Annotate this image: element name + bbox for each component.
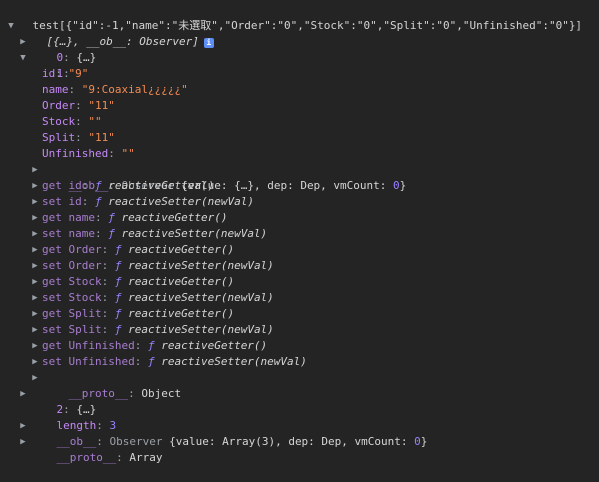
triangle-right-icon[interactable]: ▶ <box>30 274 40 290</box>
object-property-row: Split: "11" <box>42 131 115 144</box>
accessor-function: reactiveGetter() <box>128 307 235 320</box>
accessor-row[interactable]: ▶ set Split: ƒ reactiveSetter(newVal) <box>0 322 599 338</box>
triangle-right-icon[interactable]: ▶ <box>30 290 40 306</box>
array-proto-row[interactable]: ▶ __proto__: Array <box>0 434 599 464</box>
triangle-right-icon[interactable]: ▶ <box>30 370 40 386</box>
accessor-row[interactable]: ▶ set id: ƒ reactiveSetter(newVal) <box>0 194 599 210</box>
triangle-right-icon[interactable]: ▶ <box>30 210 40 226</box>
function-icon: ƒ <box>147 355 155 368</box>
accessor-row[interactable]: ▶ set name: ƒ reactiveSetter(newVal) <box>0 226 599 242</box>
accessor-key: get name <box>42 211 95 224</box>
accessor-function: reactiveGetter() <box>128 275 235 288</box>
accessor-row[interactable]: ▶ set Stock: ƒ reactiveSetter(newVal) <box>0 290 599 306</box>
triangle-right-icon[interactable]: ▶ <box>30 258 40 274</box>
accessor-function: reactiveGetter() <box>128 243 235 256</box>
function-icon: ƒ <box>114 275 122 288</box>
accessor-key: get Split <box>42 307 102 320</box>
accessor-key: get Unfinished <box>42 339 135 352</box>
accessor-row[interactable]: ▶ set Unfinished: ƒ reactiveSetter(newVal… <box>0 354 599 370</box>
array-ob-row[interactable]: ▶ __ob__: Observer {value: Array(3), dep:… <box>0 418 599 448</box>
function-icon: ƒ <box>147 339 155 352</box>
function-icon: ƒ <box>114 259 122 272</box>
object-property-row: Order: "11" <box>42 99 115 112</box>
property-value: "11" <box>88 131 115 144</box>
triangle-right-icon[interactable]: ▶ <box>30 226 40 242</box>
triangle-right-icon[interactable]: ▶ <box>18 386 28 402</box>
object-proto-row[interactable]: ▶ __proto__: Object <box>0 370 599 400</box>
property-value: "9" <box>68 67 89 80</box>
accessor-key: set id <box>42 195 82 208</box>
property-value: "" <box>88 115 102 128</box>
accessor-row[interactable]: ▶ get Order: ƒ reactiveGetter() <box>0 242 599 258</box>
property-key: name <box>42 83 69 96</box>
triangle-right-icon[interactable]: ▶ <box>30 338 40 354</box>
triangle-right-icon[interactable]: ▶ <box>30 194 40 210</box>
property-key: Split <box>42 131 76 144</box>
accessor-function: reactiveSetter(newVal) <box>128 291 274 304</box>
accessor-key: set Stock <box>42 291 102 304</box>
devtools-console: test[{"id":-1,"name":"未選取","Order":"0","… <box>0 0 599 464</box>
accessor-key: get Stock <box>42 275 102 288</box>
accessor-key: set name <box>42 227 95 240</box>
accessor-function: reactiveSetter(newVal) <box>121 227 268 240</box>
function-icon: ƒ <box>95 179 102 192</box>
accessor-function: reactiveGetter() <box>161 339 268 352</box>
accessor-key: get id <box>42 179 82 192</box>
accessor-row[interactable]: ▶ set Order: ƒ reactiveSetter(newVal) <box>0 258 599 274</box>
accessor-row[interactable]: ▶ get id: ƒ reactiveGetter() <box>0 178 599 194</box>
accessor-key: get Order <box>42 243 102 256</box>
function-icon: ƒ <box>95 195 102 208</box>
function-icon: ƒ <box>108 227 115 240</box>
array-length-row: length: 3 <box>56 419 117 432</box>
property-value: "9:Coaxial¿¿¿¿¿" <box>81 83 188 96</box>
accessor-function: reactiveGetter() <box>121 211 228 224</box>
console-log-line: test[{"id":-1,"name":"未選取","Order":"0","… <box>0 2 599 32</box>
triangle-right-icon[interactable]: ▶ <box>30 178 40 194</box>
triangle-right-icon[interactable]: ▶ <box>18 418 28 434</box>
accessor-key: set Order <box>42 259 102 272</box>
array-item-2[interactable]: ▶ 2: {…} <box>0 386 599 416</box>
triangle-right-icon[interactable]: ▶ <box>30 242 40 258</box>
function-icon: ƒ <box>114 307 122 320</box>
triangle-down-icon[interactable]: ▼ <box>18 50 28 66</box>
array-item-0[interactable]: ▶ 0: {…} <box>0 34 599 64</box>
function-icon: ƒ <box>114 291 122 304</box>
object-property-row: Unfinished: "" <box>42 147 135 160</box>
accessor-function: reactiveSetter(newVal) <box>128 323 274 336</box>
property-key: Stock <box>42 115 76 128</box>
object-property-row: name: "9:Coaxial¿¿¿¿¿" <box>42 83 188 96</box>
property-key: id <box>42 67 56 80</box>
triangle-right-icon[interactable]: ▶ <box>30 354 40 370</box>
property-key: Order <box>42 99 76 112</box>
triangle-right-icon[interactable]: ▶ <box>18 34 28 50</box>
property-key: Unfinished <box>42 147 109 160</box>
accessor-key: set Unfinished <box>42 355 135 368</box>
accessor-row[interactable]: ▶ get Unfinished: ƒ reactiveGetter() <box>0 338 599 354</box>
array-root[interactable]: ▼ [{…}, __ob__: Observer] i <box>0 18 599 48</box>
function-icon: ƒ <box>108 211 115 224</box>
object-property-row: id: "9" <box>42 67 89 80</box>
accessor-row[interactable]: ▶ get Stock: ƒ reactiveGetter() <box>0 274 599 290</box>
object-ob-row[interactable]: ▶ __ob__: Observer {value: {…}, dep: Dep,… <box>0 162 599 192</box>
triangle-right-icon[interactable]: ▶ <box>30 162 40 178</box>
object-property-row: Stock: "" <box>42 115 102 128</box>
accessor-function: reactiveSetter(newVal) <box>128 259 274 272</box>
property-value: "11" <box>88 99 115 112</box>
function-icon: ƒ <box>114 243 122 256</box>
function-icon: ƒ <box>114 323 122 336</box>
triangle-right-icon[interactable]: ▶ <box>18 434 28 450</box>
accessor-function: reactiveSetter(newVal) <box>108 195 254 208</box>
triangle-right-icon[interactable]: ▶ <box>30 322 40 338</box>
triangle-down-icon[interactable]: ▼ <box>6 18 16 34</box>
accessor-row[interactable]: ▶ get Split: ƒ reactiveGetter() <box>0 306 599 322</box>
accessor-row[interactable]: ▶ get name: ƒ reactiveGetter() <box>0 210 599 226</box>
accessor-key: set Split <box>42 323 102 336</box>
accessor-function: reactiveGetter() <box>108 179 215 192</box>
accessor-function: reactiveSetter(newVal) <box>161 355 307 368</box>
array-item-1[interactable]: ▼ 1: <box>0 50 599 80</box>
property-value: "" <box>121 147 135 160</box>
triangle-right-icon[interactable]: ▶ <box>30 306 40 322</box>
